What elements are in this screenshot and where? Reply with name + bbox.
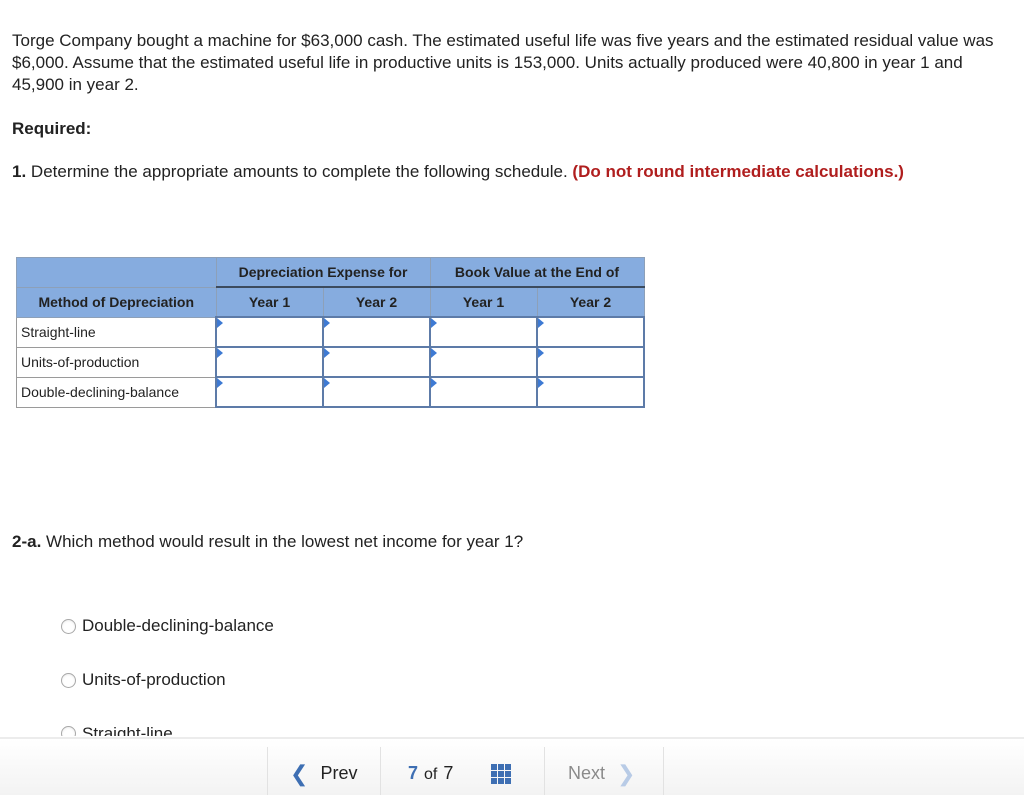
question-1-note: (Do not round intermediate calculations.… [572,162,904,181]
input-cell[interactable] [322,316,431,348]
current-page: 7 [408,763,419,783]
dep-year2-header: Year 2 [322,286,431,318]
input-cell[interactable] [536,316,645,348]
table-row-straight-line: Straight-line [16,316,645,348]
radio-button[interactable] [61,672,76,688]
ddb-bv-year1-input[interactable] [431,380,536,404]
input-flag-icon [217,348,223,358]
chevron-right-icon: ❯ [617,760,636,786]
depreciation-schedule-table: Depreciation Expense for Book Value at t… [16,257,645,408]
method-label: Double-declining-balance [16,376,217,408]
uop-bv-year1-input[interactable] [431,350,536,374]
required-heading: Required: [12,119,92,138]
table-row-double-declining-balance: Double-declining-balance [16,376,645,408]
radio-label: Double-declining-balance [82,616,274,635]
input-cell[interactable] [536,346,645,378]
ddb-dep-year2-input[interactable] [324,380,429,404]
question-1-number: 1. [12,162,27,181]
question-2a-number: 2-a. [12,532,42,551]
ddb-bv-year2-input[interactable] [538,380,643,404]
page-indicator: 7 of 7 [408,763,453,784]
bv-year1-header: Year 1 [429,286,538,318]
divider [267,747,268,795]
input-cell[interactable] [322,376,431,408]
input-flag-icon [217,318,223,328]
input-flag-icon [217,378,223,388]
radio-option-units-of-production[interactable]: Units-of-production [61,670,226,690]
method-header: Method of Depreciation [16,286,217,318]
uop-dep-year1-input[interactable] [217,350,322,374]
method-label: Units-of-production [16,346,217,378]
navigation-footer: ❮ Prev 7 of 7 Next ❯ [0,737,1024,795]
question-1-text: Determine the appropriate amounts to com… [30,162,568,181]
input-flag-icon [324,378,330,388]
table-row-units-of-production: Units-of-production [16,346,645,378]
input-cell[interactable] [215,346,324,378]
prev-button[interactable]: ❮ Prev [290,760,358,786]
radio-option-double-declining-balance[interactable]: Double-declining-balance [61,616,274,636]
divider [663,747,664,795]
grid-menu-icon[interactable] [491,764,511,784]
uop-bv-year2-input[interactable] [538,350,643,374]
of-label: of [424,766,438,783]
input-cell[interactable] [322,346,431,378]
next-label: Next [568,763,606,783]
input-flag-icon [324,318,330,328]
depreciation-expense-header: Depreciation Expense for [215,257,431,288]
radio-option-straight-line[interactable]: Straight-line [61,722,173,736]
input-cell[interactable] [429,316,538,348]
book-value-header: Book Value at the End of [429,257,645,288]
question-content: Torge Company bought a machine for $63,0… [12,30,1002,183]
sl-bv-year1-input[interactable] [431,320,536,344]
input-flag-icon [538,318,544,328]
ddb-dep-year1-input[interactable] [217,380,322,404]
input-flag-icon [324,348,330,358]
sl-dep-year1-input[interactable] [217,320,322,344]
radio-label: Units-of-production [82,670,226,689]
problem-statement: Torge Company bought a machine for $63,0… [12,31,994,94]
total-pages: 7 [443,763,454,783]
radio-button[interactable] [61,726,76,736]
divider [544,747,545,795]
radio-label: Straight-line [82,724,173,736]
chevron-left-icon: ❮ [290,760,309,786]
input-flag-icon [431,348,437,358]
input-cell[interactable] [536,376,645,408]
question-2a-text: Which method would result in the lowest … [46,532,524,551]
input-flag-icon [431,378,437,388]
sl-bv-year2-input[interactable] [538,320,643,344]
input-flag-icon [431,318,437,328]
next-button[interactable]: Next ❯ [568,760,636,786]
table-sub-header-row: Method of Depreciation Year 1 Year 2 Yea… [16,286,645,318]
input-cell[interactable] [215,316,324,348]
question-2a: 2-a. Which method would result in the lo… [12,531,523,553]
blank-header-cell [16,257,217,288]
input-flag-icon [538,348,544,358]
input-flag-icon [538,378,544,388]
dep-year1-header: Year 1 [215,286,324,318]
method-label: Straight-line [16,316,217,348]
question-1: 1. Determine the appropriate amounts to … [12,161,1002,183]
input-cell[interactable] [215,376,324,408]
divider [380,747,381,795]
radio-button[interactable] [61,618,76,634]
uop-dep-year2-input[interactable] [324,350,429,374]
sl-dep-year2-input[interactable] [324,320,429,344]
input-cell[interactable] [429,346,538,378]
prev-label: Prev [320,763,358,783]
input-cell[interactable] [429,376,538,408]
bv-year2-header: Year 2 [536,286,645,318]
table-group-header-row: Depreciation Expense for Book Value at t… [16,257,645,288]
